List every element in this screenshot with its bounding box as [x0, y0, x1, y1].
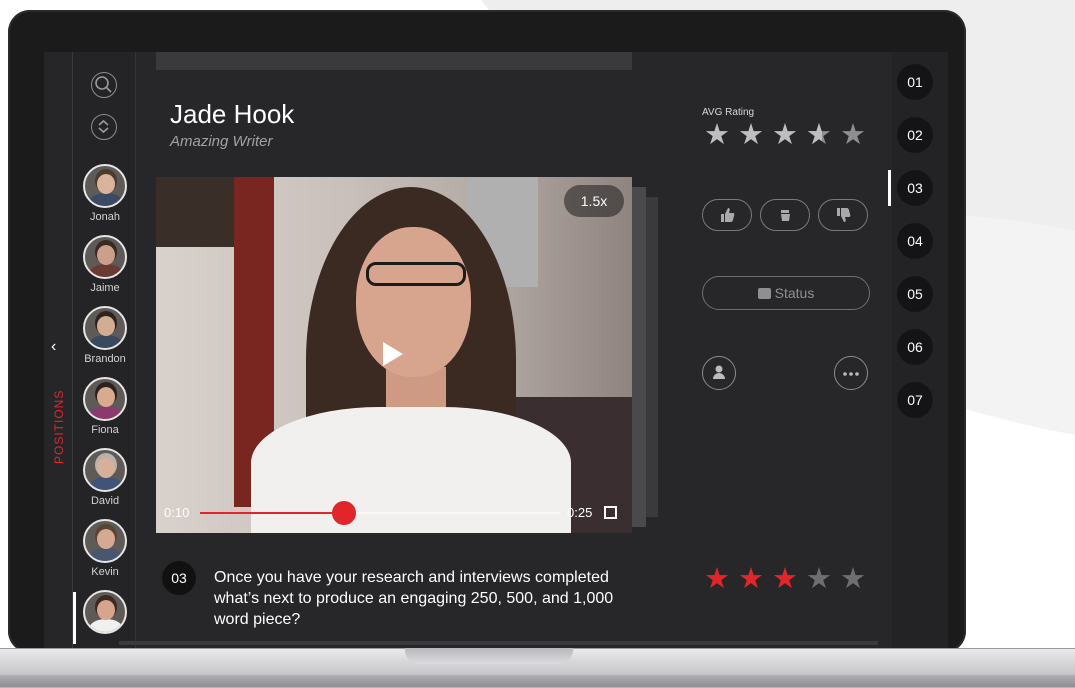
step-03[interactable]: 03 [897, 170, 933, 206]
avatar-body [89, 548, 123, 561]
avatar-face [97, 174, 115, 194]
avatar-body [89, 193, 123, 206]
more-icon[interactable] [834, 356, 868, 390]
avatar-face [97, 387, 115, 407]
candidate-name-label: Fiona [91, 424, 119, 436]
candidate-item[interactable]: Fiona [81, 377, 129, 436]
avatar-body [89, 335, 123, 348]
step-07[interactable]: 07 [897, 382, 933, 418]
current-time: 0:10 [164, 505, 190, 520]
question-steps: 01 02 03 04 05 06 07 [892, 52, 948, 648]
star-icon: ★ [840, 119, 866, 151]
video-frame-face [356, 227, 471, 377]
star-icon[interactable]: ★ [738, 564, 772, 594]
app-screen: ‹ POSITIONS Jonah Jaime Brandon Fiona David K… [44, 52, 948, 648]
briefcase-icon [757, 288, 771, 299]
star-icon: ★ [772, 119, 798, 151]
avatar-body [89, 477, 123, 490]
candidate-item[interactable]: Jaime [81, 235, 129, 294]
avatar-face [97, 316, 115, 336]
avatar[interactable] [83, 235, 127, 279]
candidate-item[interactable]: Brandon [81, 306, 129, 365]
star-icon[interactable]: ★ [806, 564, 840, 594]
video-stack-card [632, 187, 646, 527]
positions-rail[interactable]: ‹ POSITIONS [44, 52, 73, 648]
question-number: 03 [162, 561, 196, 595]
avatar[interactable] [83, 519, 127, 563]
laptop-frame: ‹ POSITIONS Jonah Jaime Brandon Fiona David K… [8, 10, 966, 653]
question-rating-stars[interactable]: ★ ★ ★ ★ ★ [704, 564, 874, 594]
candidate-name-label: Jonah [90, 211, 120, 223]
star-icon: ★ [806, 120, 840, 150]
question-text: Once you have your research and intervie… [214, 569, 614, 628]
play-icon[interactable] [383, 342, 403, 366]
avatar-face [97, 245, 115, 265]
status-button[interactable]: Status [702, 276, 870, 310]
candidate-item[interactable]: Kevin [81, 519, 129, 578]
step-06[interactable]: 06 [897, 329, 933, 365]
candidate-item[interactable]: Jonah [81, 164, 129, 223]
avatar-face [97, 458, 115, 478]
avatar[interactable] [83, 448, 127, 492]
sort-icon[interactable] [91, 114, 117, 140]
candidate-name-label: Jaime [90, 282, 120, 294]
fullscreen-icon[interactable] [604, 506, 617, 519]
candidate-name-label: David [90, 495, 120, 507]
video-scrubber-handle[interactable] [332, 501, 356, 525]
candidate-role: Amazing Writer [170, 133, 273, 150]
step-01[interactable]: 01 [897, 64, 933, 100]
selected-candidate-indicator [73, 592, 76, 644]
step-02[interactable]: 02 [897, 117, 933, 153]
bottom-strip [119, 641, 878, 645]
star-icon: ★ [738, 119, 764, 151]
avatar-face [97, 600, 115, 620]
avatar-body [89, 619, 123, 632]
total-time: 0:25 [567, 505, 593, 520]
video-stack-card [646, 197, 658, 517]
thumbs-up-icon[interactable] [702, 199, 752, 231]
star-icon[interactable]: ★ [840, 564, 874, 594]
step-05[interactable]: 05 [897, 276, 933, 312]
star-icon: ★ [704, 119, 730, 151]
candidate-item[interactable]: David [81, 448, 129, 507]
status-label: Status [774, 285, 815, 301]
top-strip [156, 52, 632, 70]
candidate-name-label: Brandon [84, 353, 126, 365]
positions-label[interactable]: POSITIONS [52, 390, 66, 464]
avatar-body [89, 264, 123, 277]
candidate-name: Jade Hook [170, 99, 295, 129]
star-icon[interactable]: ★ [704, 564, 738, 594]
video-progress-fill [200, 512, 344, 514]
thumbs-sideways-icon[interactable] [760, 199, 810, 231]
avatar-body [89, 406, 123, 419]
laptop-notch [405, 648, 573, 664]
user-icon[interactable] [702, 356, 736, 390]
active-step-indicator [888, 170, 891, 206]
avatar[interactable] [83, 590, 127, 634]
candidate-item[interactable] [81, 590, 129, 637]
thumbs-down-icon[interactable] [818, 199, 868, 231]
chevron-left-icon[interactable]: ‹ [51, 338, 56, 356]
video-frame-glasses [366, 262, 466, 286]
avatar[interactable] [83, 306, 127, 350]
star-icon[interactable]: ★ [772, 564, 806, 594]
video-frame-shelf [156, 177, 246, 247]
video-frame-shirt [251, 407, 571, 533]
avg-rating-stars: ★ ★ ★ ★ ★ [704, 120, 874, 150]
playback-speed-button[interactable]: 1.5x [564, 185, 624, 217]
avg-rating-label: AVG Rating [702, 107, 755, 118]
candidate-list: Jonah Jaime Brandon Fiona David Kevin [73, 52, 136, 648]
laptop-base-edge [0, 675, 1075, 687]
video-player[interactable]: 1.5x 0:10 0:25 [156, 177, 632, 533]
step-04[interactable]: 04 [897, 223, 933, 259]
avatar[interactable] [83, 164, 127, 208]
avatar[interactable] [83, 377, 127, 421]
search-icon[interactable] [91, 72, 117, 98]
candidate-name-label: Kevin [91, 566, 119, 578]
video-scrubber[interactable] [200, 501, 560, 525]
avatar-face [97, 529, 115, 549]
